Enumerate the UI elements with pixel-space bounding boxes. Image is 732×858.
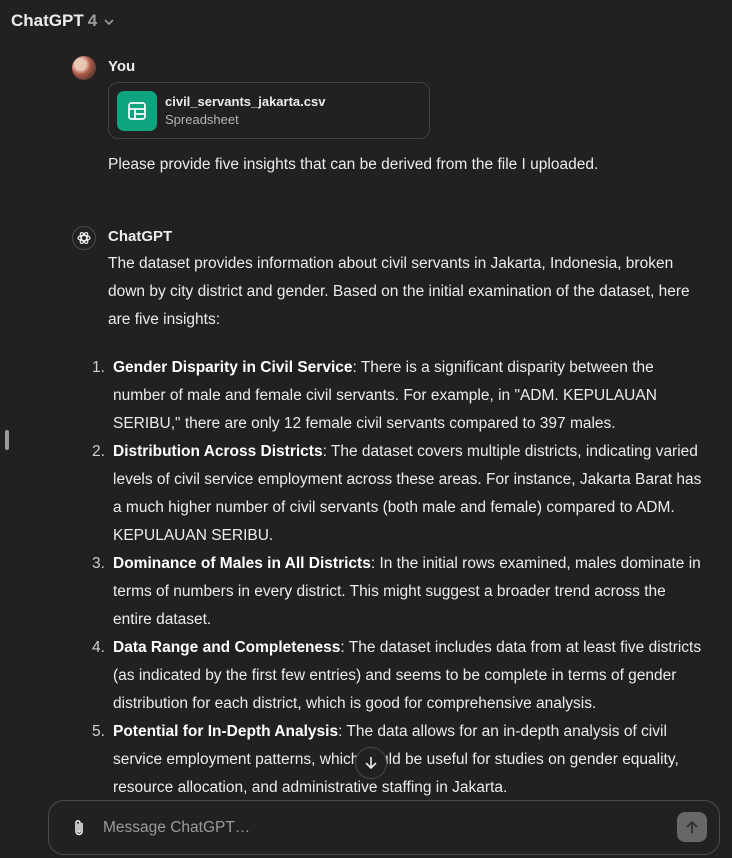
scroll-to-bottom-button[interactable] [355,747,387,779]
list-item-number: 2. [92,443,105,460]
app-title: ChatGPT [11,11,84,30]
list-item-number: 1. [92,359,105,376]
list-item: 2. Distribution Across Districts: The da… [88,438,706,550]
message-composer [48,800,720,855]
user-avatar [72,56,96,80]
insights-list: 1. Gender Disparity in Civil Service: Th… [88,354,706,802]
assistant-author-name: ChatGPT [108,228,173,245]
insight-title: Dominance of Males in All Districts [113,555,371,572]
list-item: 5. Potential for In-Depth Analysis: The … [88,718,706,802]
list-item: 4. Data Range and Completeness: The data… [88,634,706,718]
arrow-up-icon [686,821,698,834]
model-selector[interactable]: ChatGPT 4 [11,11,115,31]
user-author-name: You [108,58,136,75]
model-version: 4 [87,11,98,30]
message-input[interactable] [103,815,663,841]
paperclip-icon[interactable] [69,818,89,838]
attachment-file-type: Spreadsheet [165,111,239,127]
list-item: 1. Gender Disparity in Civil Service: Th… [88,354,706,438]
attachment-file-name: civil_servants_jakarta.csv [165,93,326,109]
attachment-card[interactable]: civil_servants_jakarta.csv Spreadsheet [108,82,430,139]
list-item-number: 3. [92,555,105,572]
spreadsheet-icon [117,90,157,131]
assistant-intro-text: The dataset provides information about c… [108,255,690,328]
arrow-down-icon [365,756,377,769]
list-item-number: 5. [92,723,105,740]
insight-title: Data Range and Completeness [113,639,341,656]
chevron-down-icon [104,19,114,25]
insight-title: Potential for In-Depth Analysis [113,723,339,740]
sidebar-toggle-handle[interactable] [5,430,9,450]
user-message-text: Please provide five insights that can be… [108,156,599,173]
insight-title: Gender Disparity in Civil Service [113,359,353,376]
insight-title: Distribution Across Districts [113,443,323,460]
openai-logo-icon [72,226,96,250]
send-button[interactable] [677,812,707,842]
list-item: 3. Dominance of Males in All Districts: … [88,550,706,634]
list-item-number: 4. [92,639,105,656]
